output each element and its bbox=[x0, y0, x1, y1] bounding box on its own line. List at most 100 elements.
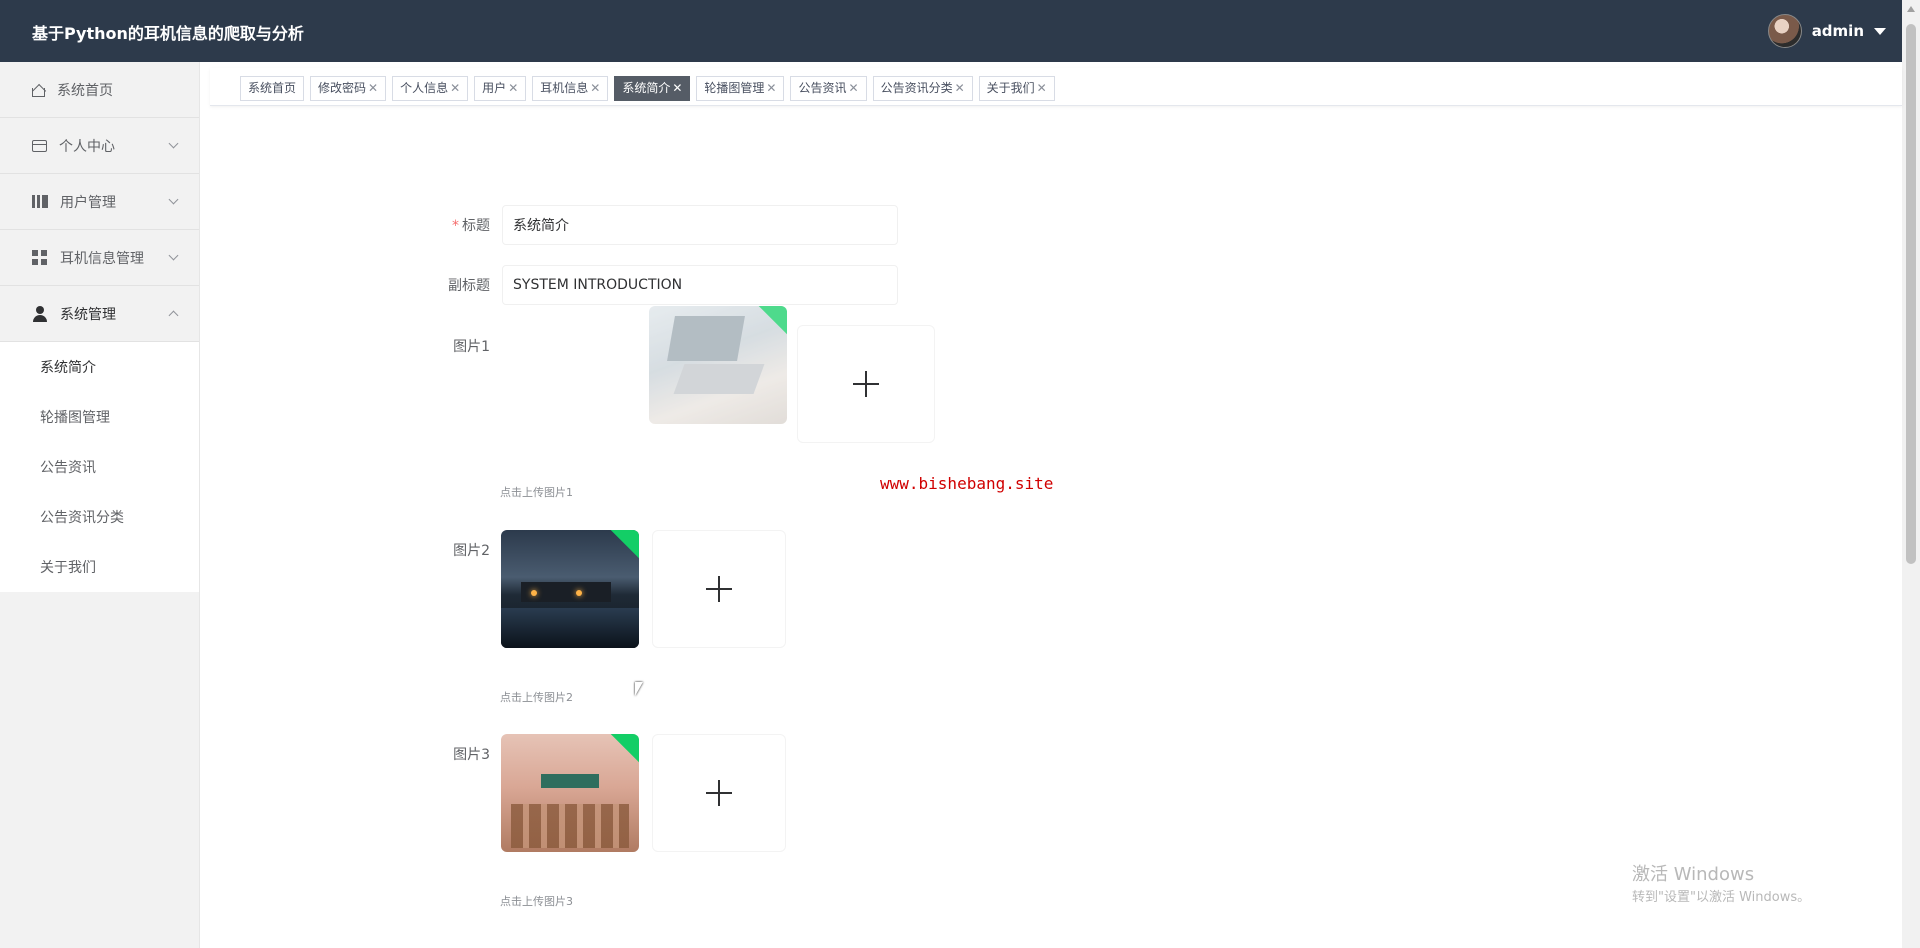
home-icon bbox=[32, 87, 45, 97]
required-mark: * bbox=[452, 218, 459, 234]
tab-label: 关于我们 bbox=[986, 81, 1035, 95]
card-icon bbox=[32, 139, 47, 152]
chevron-down-icon bbox=[168, 194, 179, 205]
tab-6[interactable]: 轮播图管理 ✕ bbox=[696, 76, 785, 101]
subtitle-label: 副标题 bbox=[448, 278, 490, 294]
tab-label: 公告资讯 bbox=[798, 81, 847, 95]
plus-icon bbox=[853, 371, 879, 397]
tab-9[interactable]: 关于我们 ✕ bbox=[978, 76, 1055, 101]
tab-5[interactable]: 系统简介 ✕ bbox=[614, 76, 691, 101]
image1-hint: 点击上传图片1 bbox=[500, 486, 573, 499]
title-label: * 标题 bbox=[410, 215, 490, 235]
tab-label: 耳机信息 bbox=[540, 81, 589, 95]
close-icon[interactable]: ✕ bbox=[450, 81, 460, 95]
tab-4[interactable]: 耳机信息 ✕ bbox=[532, 76, 609, 101]
upload-success-badge-icon bbox=[758, 306, 787, 335]
tags-list: 系统首页 修改密码 ✕ 个人信息 ✕ 用户 ✕ 耳机信息 ✕ 系统简介 ✕ 轮播图管理 ✕ 公告资讯 ✕ 公告… bbox=[240, 76, 1055, 101]
image2-upload-button[interactable] bbox=[652, 530, 786, 648]
scroll-thumb[interactable] bbox=[1906, 24, 1916, 564]
close-icon[interactable]: ✕ bbox=[1037, 81, 1047, 95]
sidebar-item-user-management[interactable]: 用户管理 bbox=[0, 174, 199, 230]
close-icon[interactable]: ✕ bbox=[368, 81, 378, 95]
tab-2[interactable]: 个人信息 ✕ bbox=[392, 76, 469, 101]
submenu-item-system-intro[interactable]: 系统简介 bbox=[0, 342, 199, 392]
image3-hint: 点击上传图片3 bbox=[500, 895, 573, 908]
tab-7[interactable]: 公告资讯 ✕ bbox=[790, 76, 867, 101]
plus-icon bbox=[706, 576, 732, 602]
app-title: 基于Python的耳机信息的爬取与分析 bbox=[32, 24, 304, 43]
system-submenu: 系统简介 轮播图管理 公告资讯 公告资讯分类 关于我们 bbox=[0, 342, 199, 592]
tab-label: 个人信息 bbox=[400, 81, 449, 95]
image1-thumbnail[interactable] bbox=[649, 306, 787, 424]
submenu-item-announcement-category[interactable]: 公告资讯分类 bbox=[0, 492, 199, 542]
close-icon[interactable]: ✕ bbox=[590, 81, 600, 95]
tab-label: 系统简介 bbox=[622, 81, 671, 95]
tab-label: 轮播图管理 bbox=[704, 81, 765, 95]
close-icon[interactable]: ✕ bbox=[849, 81, 859, 95]
image3-label: 图片3 bbox=[453, 747, 490, 763]
laptop-keys-shape bbox=[673, 364, 765, 394]
close-icon[interactable]: ✕ bbox=[672, 81, 682, 95]
windows-activation-hint: 转到"设置"以激活 Windows。 bbox=[1632, 890, 1811, 905]
mouse-cursor-icon bbox=[635, 682, 643, 696]
windows-activation-title: 激活 Windows bbox=[1632, 864, 1755, 885]
tab-3[interactable]: 用户 ✕ bbox=[474, 76, 527, 101]
grid-icon bbox=[32, 249, 48, 266]
scroll-up-arrow-icon[interactable] bbox=[1907, 6, 1915, 12]
title-label-text: 标题 bbox=[462, 218, 490, 234]
user-menu[interactable]: admin bbox=[1767, 14, 1886, 48]
image1-upload-button[interactable] bbox=[797, 325, 935, 443]
sidebar: 系统首页 个人中心 用户管理 耳机信息管理 系统管理 系统简介 轮播图管理 公告… bbox=[0, 62, 200, 948]
sidebar-item-label: 用户管理 bbox=[60, 194, 116, 211]
upload-success-badge-icon bbox=[610, 734, 639, 763]
image2-hint: 点击上传图片2 bbox=[500, 691, 573, 704]
image3-thumbnail[interactable] bbox=[501, 734, 639, 852]
sidebar-item-label: 耳机信息管理 bbox=[60, 250, 144, 267]
image1-label: 图片1 bbox=[453, 339, 490, 355]
sidebar-item-label: 个人中心 bbox=[59, 138, 115, 155]
close-icon[interactable]: ✕ bbox=[766, 81, 776, 95]
title-input[interactable]: 系统简介 bbox=[502, 205, 898, 245]
close-icon[interactable]: ✕ bbox=[955, 81, 965, 95]
image3-upload-button[interactable] bbox=[652, 734, 786, 852]
tab-0[interactable]: 系统首页 bbox=[240, 76, 305, 101]
page-scrollbar[interactable] bbox=[1902, 0, 1920, 948]
sidebar-item-label: 系统管理 bbox=[60, 306, 116, 323]
image2-label: 图片2 bbox=[453, 543, 490, 559]
chevron-up-icon bbox=[168, 310, 179, 321]
subtitle-input[interactable]: SYSTEM INTRODUCTION bbox=[502, 265, 898, 305]
tab-1[interactable]: 修改密码 ✕ bbox=[310, 76, 387, 101]
tab-label: 系统首页 bbox=[248, 81, 297, 95]
submenu-item-carousel[interactable]: 轮播图管理 bbox=[0, 392, 199, 442]
chevron-down-icon bbox=[168, 138, 179, 149]
window-light bbox=[576, 590, 582, 596]
tab-8[interactable]: 公告资讯分类 ✕ bbox=[872, 76, 973, 101]
user-name[interactable]: admin bbox=[1812, 22, 1864, 40]
window-light bbox=[531, 590, 537, 596]
sidebar-item-headphone-info[interactable]: 耳机信息管理 bbox=[0, 230, 199, 286]
books-icon bbox=[32, 195, 48, 208]
top-header: 基于Python的耳机信息的爬取与分析 admin bbox=[0, 0, 1902, 62]
laptop-screen-shape bbox=[667, 316, 745, 361]
person-icon bbox=[32, 305, 48, 322]
image2-thumbnail[interactable] bbox=[501, 530, 639, 648]
sidebar-item-personal-center[interactable]: 个人中心 bbox=[0, 118, 199, 174]
water-reflection-shape bbox=[501, 608, 639, 648]
sidebar-item-system-management[interactable]: 系统管理 bbox=[0, 286, 199, 342]
sidebar-item-home[interactable]: 系统首页 bbox=[0, 62, 199, 118]
chalkboard-shape bbox=[541, 774, 599, 788]
caret-down-icon[interactable] bbox=[1874, 27, 1886, 35]
tab-label: 修改密码 bbox=[318, 81, 367, 95]
upload-success-badge-icon bbox=[610, 530, 639, 559]
tab-label: 公告资讯分类 bbox=[880, 81, 953, 95]
chevron-down-icon bbox=[168, 250, 179, 261]
sidebar-item-label: 系统首页 bbox=[57, 82, 113, 99]
avatar[interactable] bbox=[1767, 14, 1802, 48]
submenu-item-about-us[interactable]: 关于我们 bbox=[0, 542, 199, 592]
tags-view-bar: 系统首页 修改密码 ✕ 个人信息 ✕ 用户 ✕ 耳机信息 ✕ 系统简介 ✕ 轮播图管理 ✕ 公告资讯 ✕ 公告… bbox=[210, 68, 1902, 106]
close-icon[interactable]: ✕ bbox=[508, 81, 518, 95]
tab-label: 用户 bbox=[482, 81, 507, 95]
desks-shape bbox=[511, 804, 629, 848]
site-watermark: www.bishebang.site bbox=[880, 474, 1054, 493]
submenu-item-announcements[interactable]: 公告资讯 bbox=[0, 442, 199, 492]
